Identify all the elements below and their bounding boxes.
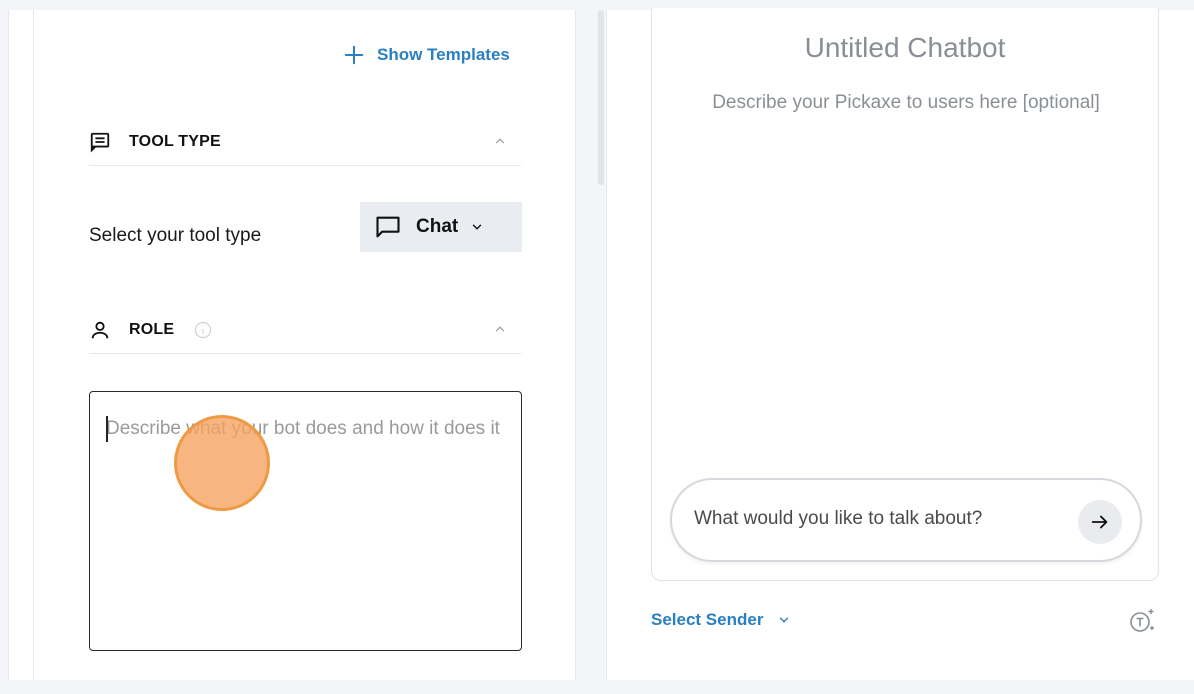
bot-title: Untitled Chatbot bbox=[804, 32, 1006, 63]
tool-type-select[interactable]: Chat bbox=[360, 202, 522, 252]
chat-bubble-icon bbox=[376, 216, 400, 238]
show-templates-button[interactable]: Show Templates bbox=[343, 44, 510, 66]
info-icon[interactable] bbox=[194, 321, 212, 339]
text-caret bbox=[106, 416, 108, 442]
chat-preview-card: Untitled Chatbot Describe your Pickaxe t… bbox=[651, 8, 1159, 581]
chevron-up-icon[interactable] bbox=[493, 322, 507, 336]
chevron-up-icon[interactable] bbox=[493, 134, 507, 148]
scrollbar-thumb[interactable] bbox=[598, 10, 604, 185]
message-input[interactable] bbox=[694, 508, 1054, 530]
send-button[interactable] bbox=[1078, 500, 1122, 544]
chevron-down-icon bbox=[780, 617, 789, 623]
role-section-header[interactable]: ROLE bbox=[89, 306, 521, 354]
tool-type-section-header[interactable]: TOOL TYPE bbox=[89, 118, 521, 166]
arrow-right-icon bbox=[1091, 515, 1108, 529]
tool-type-title: TOOL TYPE bbox=[129, 132, 221, 150]
plus-icon bbox=[344, 45, 364, 65]
role-placeholder: Describe what your bot does and how it d… bbox=[106, 418, 500, 439]
preview-panel: Untitled Chatbot Describe your Pickaxe t… bbox=[606, 8, 1194, 680]
role-textarea[interactable]: Describe what your bot does and how it d… bbox=[89, 391, 522, 651]
show-templates-label: Show Templates bbox=[377, 45, 510, 64]
role-title: ROLE bbox=[129, 320, 175, 338]
chevron-down-icon bbox=[473, 224, 482, 230]
builder-panel: Show Templates TOOL TYPE Select your too… bbox=[8, 10, 576, 680]
tool-type-label: Select your tool type bbox=[89, 225, 262, 246]
select-sender-dropdown[interactable]: Select Sender bbox=[651, 610, 791, 630]
user-icon bbox=[89, 319, 111, 341]
message-square-icon bbox=[89, 131, 111, 153]
bottom-bar bbox=[0, 680, 1194, 694]
message-box bbox=[670, 478, 1142, 562]
text-sparkle-icon[interactable] bbox=[1127, 606, 1157, 636]
tool-type-value: Chat bbox=[416, 216, 459, 237]
bot-description: Describe your Pickaxe to users here [opt… bbox=[712, 92, 1100, 113]
panel-divider bbox=[33, 10, 34, 680]
select-sender-label: Select Sender bbox=[651, 610, 764, 629]
